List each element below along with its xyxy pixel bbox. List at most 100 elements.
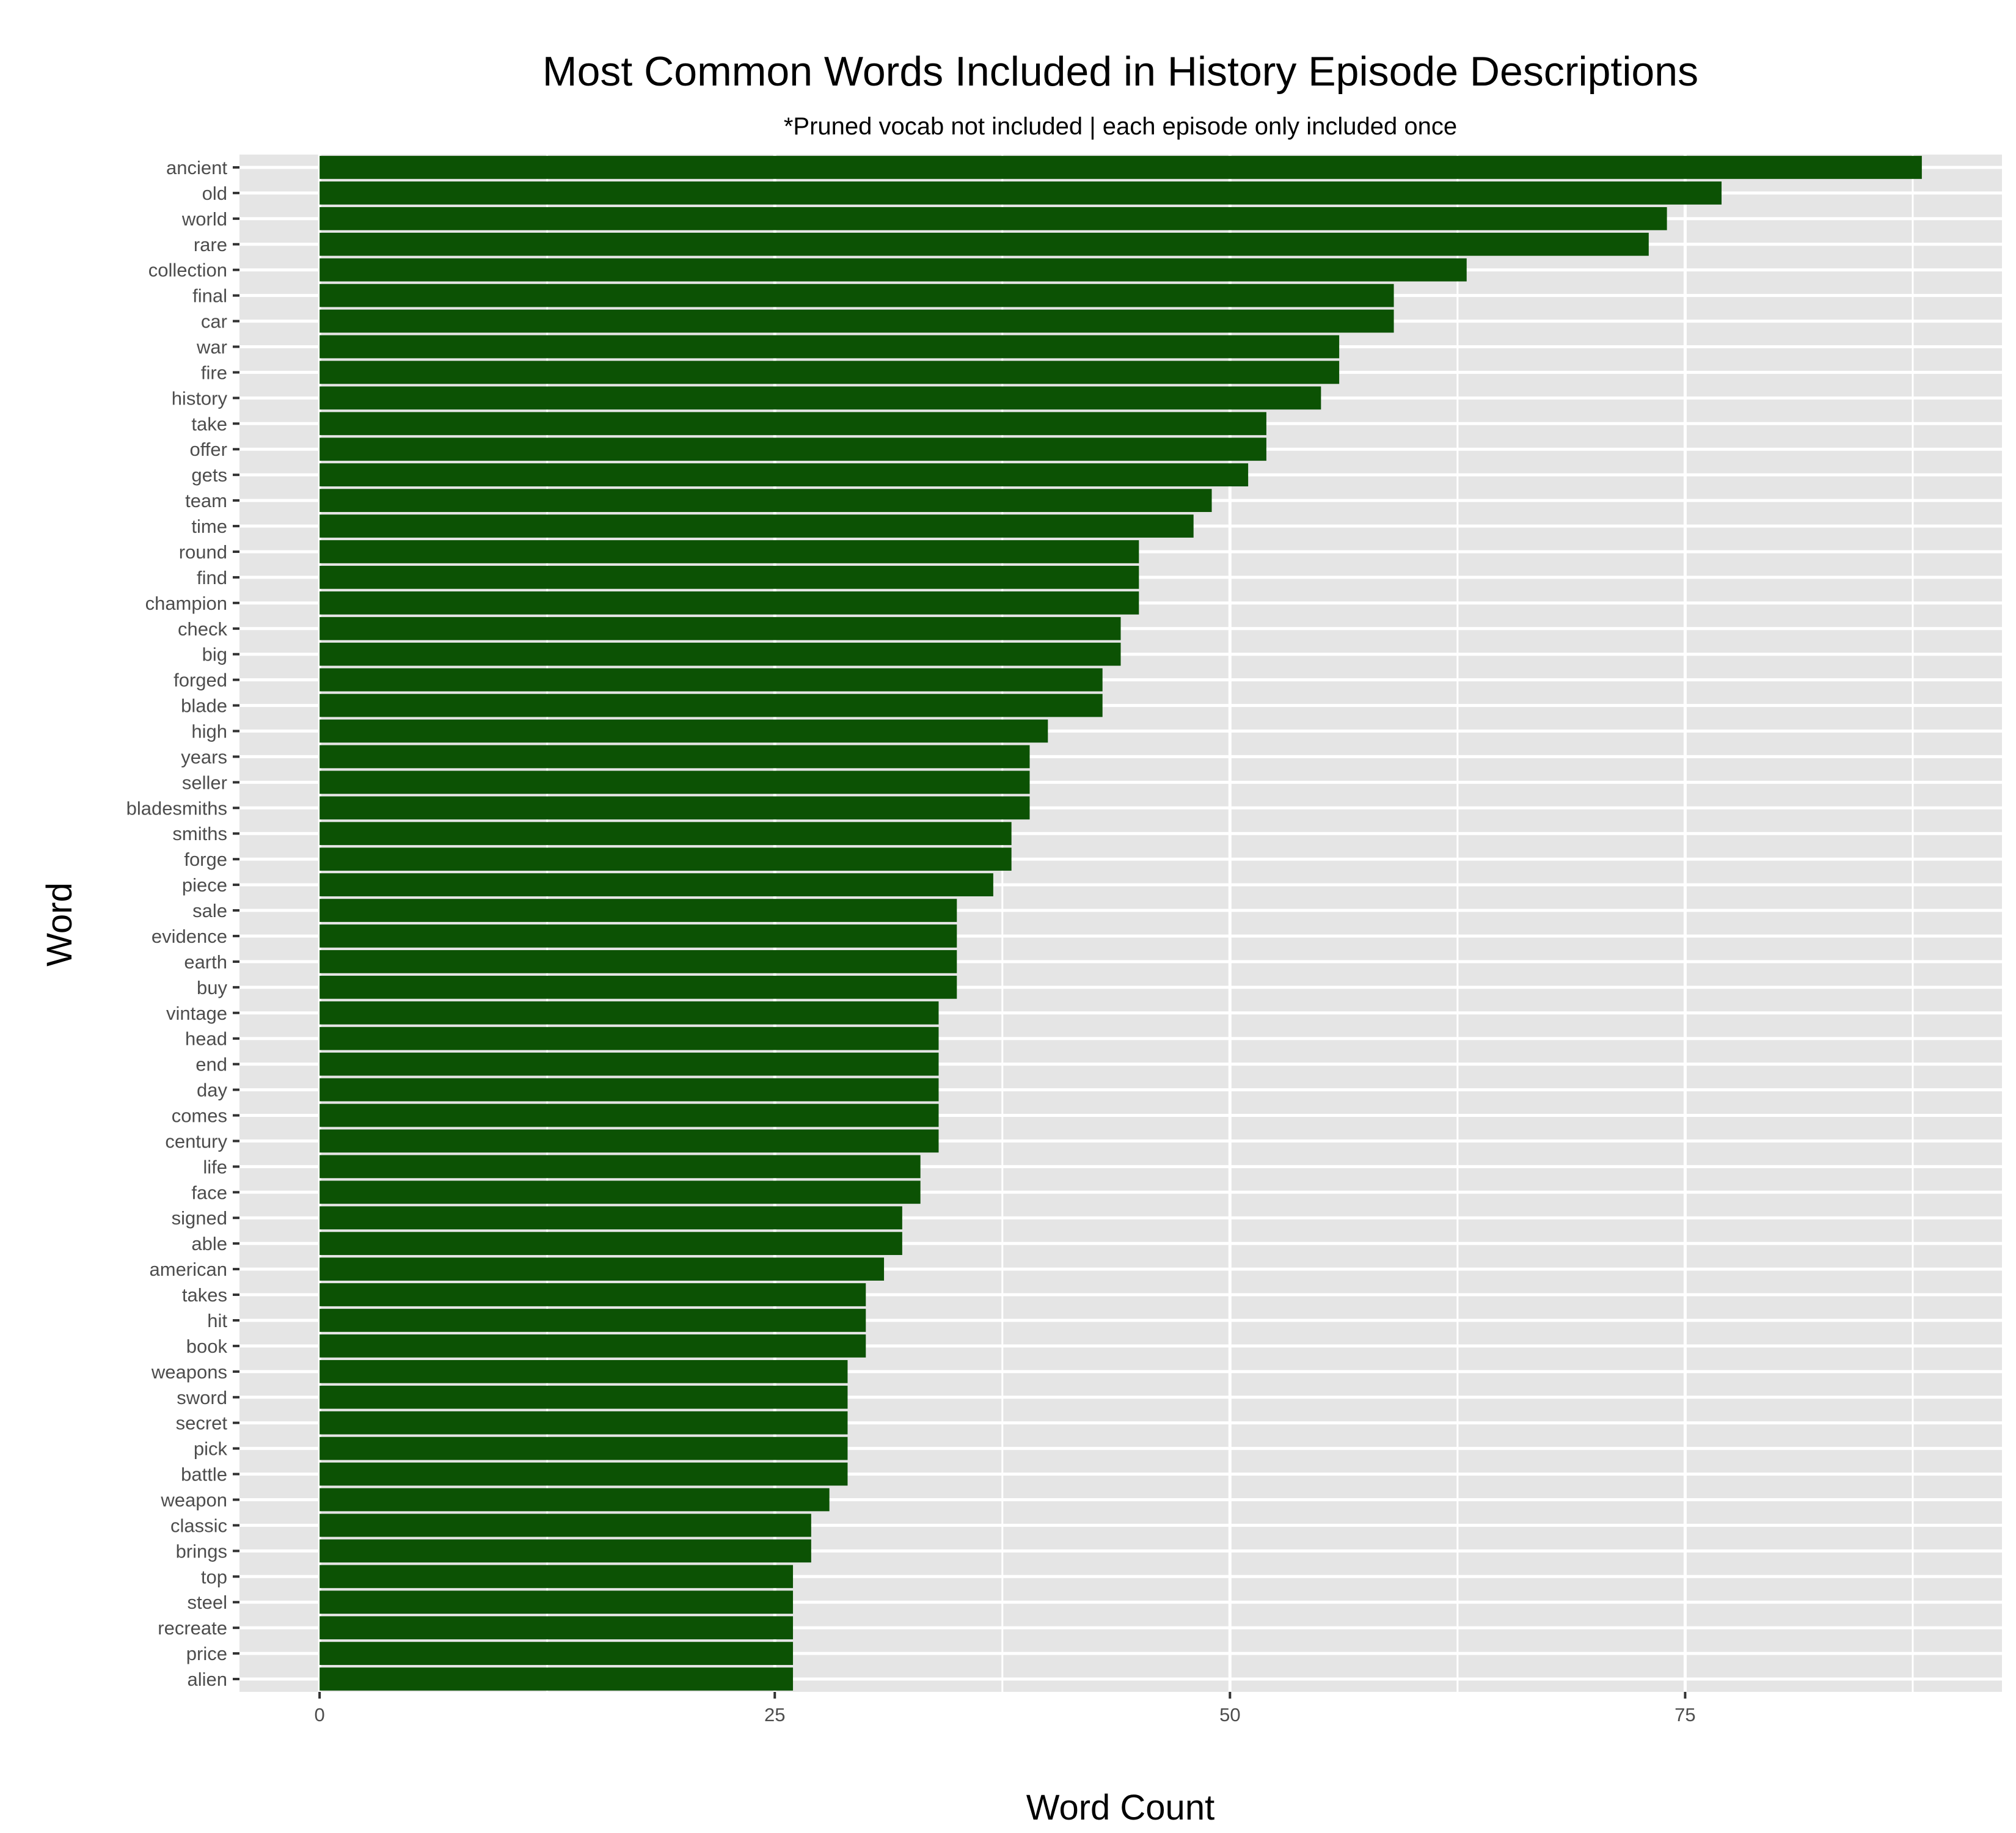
bar-book xyxy=(320,1334,866,1358)
bar-time xyxy=(320,514,1194,538)
bar-life xyxy=(320,1155,921,1179)
y-tick-label: weapon xyxy=(160,1490,227,1511)
y-tick-label: classic xyxy=(170,1515,227,1536)
y-tick-label: forged xyxy=(173,670,227,691)
bar-comes xyxy=(320,1103,939,1127)
y-tick-label: recreate xyxy=(158,1617,227,1639)
bar-head xyxy=(320,1026,939,1050)
y-tick-label: seller xyxy=(182,772,227,793)
y-tick-label: hit xyxy=(207,1310,227,1331)
x-tick-label: 75 xyxy=(1675,1704,1695,1725)
bar-sale xyxy=(320,899,957,922)
bar-big xyxy=(320,642,1121,666)
bar-secret xyxy=(320,1411,848,1435)
y-tick-label: ancient xyxy=(166,157,227,178)
y-tick-label: big xyxy=(202,644,227,665)
chart-subtitle: *Pruned vocab not included | each episod… xyxy=(784,113,1457,140)
bar-offer xyxy=(320,437,1266,461)
y-tick-label: able xyxy=(191,1233,227,1254)
x-tick-label: 0 xyxy=(315,1704,325,1725)
bar-century xyxy=(320,1129,939,1153)
plot-panel xyxy=(239,155,2002,1692)
y-tick-label: piece xyxy=(182,874,227,896)
bar-american xyxy=(320,1257,885,1281)
y-tick-label: car xyxy=(201,311,227,332)
bar-war xyxy=(320,335,1340,359)
bar-top xyxy=(320,1565,794,1589)
bar-weapons xyxy=(320,1359,848,1383)
y-tick-label: weapons xyxy=(151,1361,227,1383)
y-tick-label: team xyxy=(185,490,227,511)
bar-blade xyxy=(320,693,1103,717)
y-tick-label: offer xyxy=(190,439,227,460)
y-tick-label: gets xyxy=(191,464,227,486)
bar-alien xyxy=(320,1667,794,1691)
bar-face xyxy=(320,1180,921,1204)
y-tick-label: champion xyxy=(145,593,227,614)
bar-brings xyxy=(320,1539,811,1563)
y-tick-label: smiths xyxy=(172,823,227,844)
y-tick-label: book xyxy=(186,1336,228,1357)
y-tick-label: sale xyxy=(192,900,227,921)
y-tick-label: top xyxy=(201,1566,227,1587)
bar-evidence xyxy=(320,924,957,948)
y-tick-label: end xyxy=(195,1054,227,1075)
bar-check xyxy=(320,616,1121,640)
y-tick-label: life xyxy=(203,1156,227,1177)
bar-forged xyxy=(320,668,1103,692)
bar-pick xyxy=(320,1436,848,1460)
y-tick-label: sword xyxy=(177,1387,227,1408)
y-tick-label: vintage xyxy=(166,1003,227,1024)
y-tick-label: comes xyxy=(172,1105,227,1127)
bar-champion xyxy=(320,591,1139,615)
bar-round xyxy=(320,540,1139,563)
bar-forge xyxy=(320,847,1012,871)
bar-signed xyxy=(320,1206,902,1230)
y-tick-label: history xyxy=(172,387,228,409)
bar-piece xyxy=(320,873,993,896)
y-tick-label: steel xyxy=(188,1592,227,1613)
x-axis-title: Word Count xyxy=(1026,1788,1214,1828)
bar-car xyxy=(320,309,1394,333)
bar-earth xyxy=(320,950,957,973)
y-tick-label: buy xyxy=(197,977,227,998)
bar-gets xyxy=(320,463,1249,487)
bar-recreate xyxy=(320,1616,794,1640)
x-tick-label: 25 xyxy=(764,1704,785,1725)
y-tick-label: century xyxy=(165,1130,227,1152)
bar-smiths xyxy=(320,822,1012,846)
bar-seller xyxy=(320,770,1030,794)
y-tick-label: takes xyxy=(182,1284,227,1306)
y-tick-label: evidence xyxy=(152,926,227,947)
bar-able xyxy=(320,1232,902,1256)
y-tick-label: blade xyxy=(181,695,227,717)
bar-old xyxy=(320,181,1722,205)
y-tick-label: signed xyxy=(172,1207,227,1229)
x-tick-label: 50 xyxy=(1219,1704,1240,1725)
bar-steel xyxy=(320,1590,794,1614)
y-tick-label: check xyxy=(178,618,227,640)
bar-high xyxy=(320,719,1048,743)
bar-day xyxy=(320,1078,939,1102)
y-tick-label: high xyxy=(191,721,227,742)
bar-find xyxy=(320,566,1139,589)
bar-end xyxy=(320,1052,939,1076)
y-tick-label: forge xyxy=(184,849,227,870)
y-tick-label: battle xyxy=(181,1464,227,1485)
bar-collection xyxy=(320,258,1467,282)
bar-take xyxy=(320,412,1266,436)
bar-world xyxy=(320,207,1667,230)
bar-battle xyxy=(320,1462,848,1486)
y-tick-label: collection xyxy=(148,260,227,281)
bar-chart: Most Common Words Included in History Ep… xyxy=(40,48,2002,1828)
y-tick-label: face xyxy=(191,1182,227,1203)
y-tick-label: final xyxy=(192,285,227,307)
bar-takes xyxy=(320,1283,866,1306)
y-tick-label: earth xyxy=(184,951,227,973)
y-tick-label: american xyxy=(150,1259,228,1280)
y-tick-label: war xyxy=(196,337,227,358)
bar-weapon xyxy=(320,1488,830,1512)
y-axis-title: Word xyxy=(40,882,79,967)
y-tick-label: bladesmiths xyxy=(126,797,227,819)
bar-buy xyxy=(320,975,957,999)
